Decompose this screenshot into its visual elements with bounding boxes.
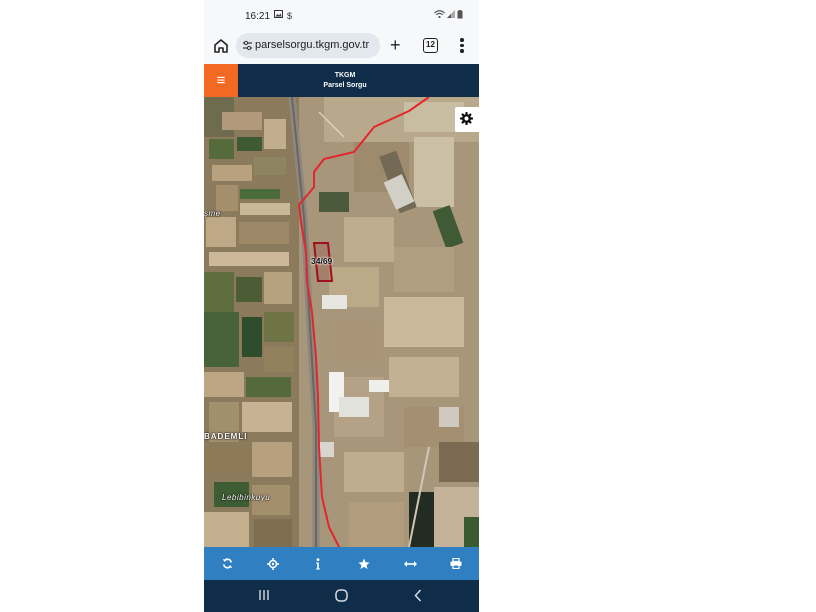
new-tab-icon[interactable]: + xyxy=(390,36,401,54)
status-time: 16:21 xyxy=(245,11,271,22)
satellite-map[interactable]: 34/69 şme BADEMLI Lebibinkuyu xyxy=(204,97,479,547)
place-label-sme: şme xyxy=(204,209,221,218)
home-nav-icon[interactable] xyxy=(335,589,348,602)
print-button[interactable] xyxy=(433,547,479,580)
app-title: TKGM Parsel Sorgu xyxy=(238,71,452,91)
gear-icon xyxy=(460,112,473,125)
locate-icon xyxy=(267,557,279,570)
app-header: ≡ TKGM Parsel Sorgu xyxy=(204,64,479,97)
app-title-name: Parsel Sorgu xyxy=(323,82,367,89)
url-text: parselsorgu.tkgm.gov.tr xyxy=(255,39,370,51)
app-title-org: TKGM xyxy=(334,72,356,79)
star-icon xyxy=(358,558,370,569)
refresh-icon xyxy=(222,558,232,569)
status-bar: 16:21 $ xyxy=(204,0,479,30)
map-settings-button[interactable] xyxy=(455,107,479,132)
hamburger-icon: ≡ xyxy=(216,72,226,89)
recent-apps-icon[interactable] xyxy=(258,589,270,601)
place-label-bademli: BADEMLI xyxy=(204,432,248,441)
locate-button[interactable] xyxy=(250,547,296,580)
map-imagery xyxy=(204,97,479,547)
print-icon xyxy=(450,558,462,569)
site-settings-icon[interactable] xyxy=(242,40,253,51)
favorite-button[interactable] xyxy=(341,547,387,580)
info-button[interactable] xyxy=(295,547,341,580)
map-toolbar xyxy=(204,547,479,580)
wifi-icon xyxy=(434,10,445,20)
battery-icon xyxy=(457,10,463,21)
info-icon xyxy=(316,557,320,569)
menu-button[interactable]: ≡ xyxy=(204,64,238,97)
measure-icon xyxy=(403,560,417,567)
signal-icon xyxy=(447,10,455,20)
home-icon[interactable] xyxy=(212,37,230,55)
browser-menu-icon[interactable] xyxy=(459,38,465,54)
place-label-lebibinkuyu: Lebibinkuyu xyxy=(222,493,271,502)
tab-switcher-button[interactable]: 12 xyxy=(423,38,438,53)
phone-screen: 16:21 $ parselsorgu.tkgm.gov.tr + 12 ≡ T… xyxy=(204,0,479,612)
image-icon xyxy=(274,10,283,20)
browser-toolbar: parselsorgu.tkgm.gov.tr + 12 xyxy=(204,30,479,64)
measure-button[interactable] xyxy=(387,547,433,580)
address-bar[interactable]: parselsorgu.tkgm.gov.tr xyxy=(236,33,380,58)
back-icon[interactable] xyxy=(414,589,422,602)
parcel-label: 34/69 xyxy=(311,256,333,266)
dollar-icon: $ xyxy=(287,11,293,21)
refresh-button[interactable] xyxy=(204,547,250,580)
system-nav-bar xyxy=(204,580,479,612)
